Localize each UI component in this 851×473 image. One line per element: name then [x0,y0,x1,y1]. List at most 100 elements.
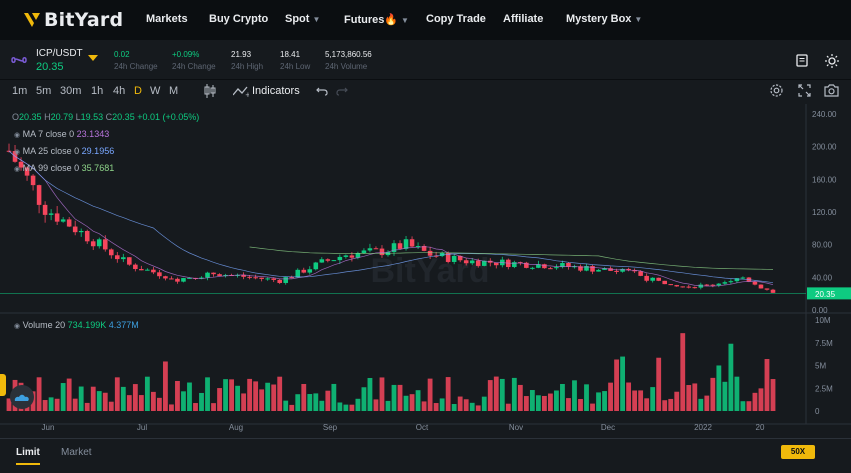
volume-bar [253,381,259,411]
undo-icon[interactable] [316,86,328,96]
candle-body [139,269,144,271]
candle-body [349,255,355,258]
volume-bar [638,390,644,411]
volume-bar [295,394,301,411]
brand-logo[interactable]: BitYard [22,9,123,31]
tf-m[interactable]: M [169,85,178,97]
nav-affiliate[interactable]: Affiliate [503,13,543,25]
ohlc-change-value: +0.01 (+0.05%) [137,112,200,122]
volume-bar [746,401,752,411]
volume-bar [554,390,559,411]
indicators-icon[interactable]: + [233,85,249,97]
ma25-legend: ◉ MA 25 close 0 29.1956 [14,146,114,156]
time-axis-label: 20 [756,423,765,432]
nav-spot-label: Spot [285,13,310,25]
candle-body [596,269,601,272]
book-icon[interactable] [796,54,808,67]
drawing-cloud-icon[interactable] [10,385,34,409]
candle-type-icon[interactable] [204,84,216,98]
tf-4h[interactable]: 4h [113,85,125,97]
pair-selector[interactable]: ICP/USDT [36,48,83,59]
nav-buy-crypto[interactable]: Buy Crypto [209,13,268,25]
volume-bar [535,395,541,411]
stat-change-pct-label: 24h Change [172,62,216,71]
left-handle[interactable] [0,374,6,396]
volume-tick-label: 7.5M [815,339,833,348]
candle-body [121,257,126,260]
volume-bar [307,394,313,411]
redo-icon[interactable] [336,86,348,96]
eye-icon[interactable]: ◉ [14,323,20,330]
volume-bar [644,398,650,411]
time-axis-label: Jun [42,423,55,432]
volume-bar [355,398,361,411]
volume-bar [313,393,319,411]
volume-bar [566,398,571,411]
camera-icon[interactable] [824,84,839,97]
tf-w[interactable]: W [150,85,160,97]
volume-bar [96,391,102,411]
tf-30m[interactable]: 30m [60,85,81,97]
tf-5m[interactable]: 5m [36,85,51,97]
volume-bar [319,400,325,411]
volume-bar [241,393,247,411]
volume-bar [277,376,283,411]
candle-body [530,267,535,269]
nav-markets-label: Markets [146,13,188,25]
time-axis-label: Jul [137,423,147,432]
volume-bar [169,404,174,411]
candle-body [78,230,84,233]
volume-bar [301,383,307,411]
candle-body [752,281,758,285]
volume-bar [572,380,577,411]
fullscreen-icon[interactable] [798,84,811,97]
tab-limit[interactable]: Limit [16,447,40,458]
volume-bar [48,397,54,411]
volume-bar [90,386,96,411]
chart-canvas[interactable]: BitYard240.00200.00160.00120.0080.0040.0… [0,104,851,434]
chevron-down-icon[interactable] [88,55,98,62]
eye-icon[interactable]: ◉ [14,149,20,156]
candle-body [157,272,162,277]
eye-icon[interactable]: ◉ [14,166,20,173]
candle-body [169,278,174,280]
price-tick-label: 240.00 [812,110,837,119]
volume-bar [283,400,289,411]
candle-body [554,267,559,269]
sun-icon[interactable] [825,54,839,68]
nav-markets[interactable]: Markets [146,13,188,25]
nav-futures[interactable]: Futures🔥 ▼ [344,13,409,26]
ohlc-high-value: 20.79 [50,112,74,122]
candle-body [409,239,415,247]
nav-spot[interactable]: Spot ▼ [285,13,320,25]
stat-volume-label: 24h Volume [325,62,368,71]
tf-1h[interactable]: 1h [91,85,103,97]
candle-body [740,277,746,279]
candle-body [493,262,499,266]
volume-bar [692,383,698,411]
candle-body [301,269,307,273]
nav-mystery-box[interactable]: Mystery Box ▼ [566,13,642,25]
ma7-label: MA 7 close 0 [22,129,75,139]
candle-body [704,284,710,286]
price-tick-label: 80.00 [812,241,833,250]
volume-bar [349,404,355,411]
leverage-badge[interactable]: 50X [781,445,815,459]
volume-bar [626,382,632,411]
tab-market[interactable]: Market [61,447,92,458]
nav-copy-trade[interactable]: Copy Trade [426,13,486,25]
indicators-button[interactable]: Indicators [252,85,300,97]
candle-body [590,266,595,272]
volume-bar [114,377,120,411]
candle-body [650,277,655,281]
settings-icon[interactable] [769,83,784,98]
tf-1m[interactable]: 1m [12,85,27,97]
price-chart[interactable]: BitYard 240.00 200.00 160.00 120.00 80.00 40.0… [0,104,851,434]
candle-body [764,288,770,290]
volume-bar [608,382,613,411]
ohlc-close-value: 20.35 [112,112,135,122]
volume-bar [361,387,367,411]
volume-bar [325,390,331,411]
eye-icon[interactable]: ◉ [14,132,20,139]
tf-d[interactable]: D [134,85,142,97]
